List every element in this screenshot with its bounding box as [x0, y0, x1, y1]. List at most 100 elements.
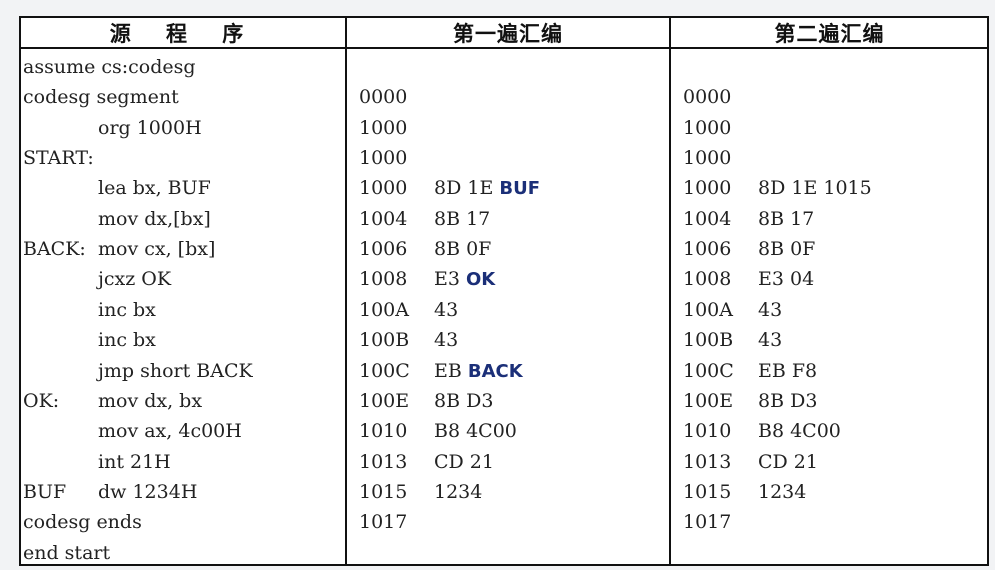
source-code: jmp short BACK [98, 359, 253, 382]
pass1-bytes: 43 [434, 329, 459, 352]
pass1-bytes: CD 21 [434, 450, 494, 473]
pass1-address: 1006 [359, 238, 408, 261]
pass1-address: 1000 [359, 177, 408, 200]
pass2-machine-code: 43 [758, 298, 783, 321]
pass1-bytes: 8D 1E [434, 177, 500, 200]
assembly-listing-table: 源 程 序 第一遍汇编 第二遍汇编 assume cs:codesg codesg… [19, 16, 989, 566]
source-code: mov dx, bx [98, 389, 203, 412]
pass1-address: 1000 [359, 116, 408, 139]
source-code: assume cs:codesg [23, 56, 196, 78]
pass2-machine-code: CD 21 [758, 450, 818, 473]
pass1-address: 100C [359, 359, 410, 382]
pass2-address: 1010 [683, 420, 732, 443]
pass1-address: 100A [359, 298, 409, 321]
pass1-bytes: B8 4C00 [434, 420, 517, 443]
pass2-address: 100A [683, 298, 733, 321]
source-code: dw 1234H [98, 480, 198, 503]
pass2-address: 1013 [683, 450, 732, 473]
pass1-address: 1010 [359, 420, 408, 443]
pass1-address: 100E [359, 389, 410, 412]
pass1-address: 1004 [359, 207, 408, 230]
pass1-machine-code: B8 4C00 [434, 416, 517, 446]
pass2-address: 1008 [683, 268, 732, 291]
header-source: 源 程 序 [109, 21, 258, 46]
table-header: 源 程 序 第一遍汇编 第二遍汇编 [21, 18, 987, 49]
source-code: org 1000H [98, 116, 202, 139]
table-row: OK: mov dx, bx 100E 8B D3 100E 8B D3 [21, 386, 987, 416]
source-code: mov dx,[bx] [98, 207, 211, 230]
source-code: codesg segment [23, 86, 179, 109]
pass2-address: 1000 [683, 177, 732, 200]
pass1-address: 100B [359, 329, 410, 352]
pass2-address: 100C [683, 359, 734, 382]
pass2-machine-code: 43 [758, 329, 783, 352]
pass1-address: 1000 [359, 147, 408, 170]
pass1-machine-code: 8D 1E BUF [434, 173, 540, 203]
pass2-address: 1006 [683, 238, 732, 261]
pass1-machine-code: 1234 [434, 477, 482, 507]
table-row: end start [21, 538, 987, 568]
pass1-bytes: 43 [434, 298, 459, 321]
pass1-machine-code: 43 [434, 325, 458, 355]
table-row: codesg ends 1017 1017 [21, 507, 987, 537]
pass2-address: 1000 [683, 147, 732, 170]
source-code: end start [23, 541, 111, 564]
source-label: START: [23, 147, 94, 170]
pass1-machine-code: 8B 0F [434, 234, 491, 264]
header-pass2: 第二遍汇编 [774, 21, 885, 46]
source-code: codesg ends [23, 511, 142, 534]
pass2-machine-code: 8B 17 [758, 207, 815, 230]
pass2-machine-code: E3 04 [758, 268, 815, 291]
source-code: inc bx [98, 329, 156, 352]
pass1-address: 1013 [359, 450, 408, 473]
source-code: mov ax, 4c00H [98, 420, 242, 443]
pass1-machine-code: 43 [434, 295, 458, 325]
pass1-address: 1015 [359, 480, 408, 503]
table-row: mov dx,[bx] 1004 8B 17 1004 8B 17 [21, 204, 987, 234]
source-code: int 21H [98, 450, 171, 473]
pass2-machine-code: EB F8 [758, 359, 818, 382]
pass2-machine-code: B8 4C00 [758, 420, 841, 443]
table-row: jmp short BACK 100C EB BACK 100C EB F8 [21, 356, 987, 386]
pass1-machine-code: E3 OK [434, 264, 495, 294]
pass1-bytes: 8B 17 [434, 207, 491, 230]
pass2-machine-code: 1234 [758, 480, 807, 503]
pass1-machine-code: CD 21 [434, 447, 494, 477]
unresolved-symbol: OK [466, 269, 496, 291]
table-row: lea bx, BUF 1000 8D 1E BUF 1000 8D 1E 1015 [21, 173, 987, 203]
pass1-address: 1017 [359, 511, 408, 534]
pass2-address: 1000 [683, 116, 732, 139]
pass2-address: 100E [683, 389, 734, 412]
pass2-address: 1017 [683, 511, 732, 534]
source-label: BUF [23, 480, 67, 503]
table-row: org 1000H 1000 1000 [21, 113, 987, 143]
pass2-address: 100B [683, 329, 734, 352]
unresolved-symbol: BACK [467, 360, 523, 382]
source-label: BACK: [23, 238, 86, 261]
pass2-machine-code: 8B D3 [758, 389, 818, 412]
pass1-bytes: 1234 [434, 480, 483, 503]
table-row: inc bx 100B 43 100B 43 [21, 325, 987, 355]
pass1-machine-code: EB BACK [434, 356, 523, 386]
source-label: OK: [23, 389, 60, 412]
table-row: codesg segment 0000 0000 [21, 82, 987, 112]
source-code: lea bx, BUF [98, 177, 211, 200]
source-code: mov cx, [bx] [98, 238, 216, 261]
pass1-bytes: E3 [434, 268, 466, 291]
table-row: mov ax, 4c00H 1010 B8 4C00 1010 B8 4C00 [21, 416, 987, 446]
unresolved-symbol: BUF [499, 178, 540, 200]
pass1-address: 1008 [359, 268, 408, 291]
source-code: jcxz OK [98, 268, 172, 291]
table-row: jcxz OK 1008 E3 OK 1008 E3 04 [21, 264, 987, 294]
pass1-bytes: EB [434, 359, 468, 382]
table-row: BACK: mov cx, [bx] 1006 8B 0F 1006 8B 0F [21, 234, 987, 264]
table-row: assume cs:codesg [21, 52, 987, 82]
pass1-machine-code: 8B D3 [434, 386, 493, 416]
pass2-machine-code: 8D 1E 1015 [758, 177, 872, 200]
pass2-machine-code: 8B 0F [758, 238, 816, 261]
source-code: inc bx [98, 298, 156, 321]
table-row: inc bx 100A 43 100A 43 [21, 295, 987, 325]
pass1-address: 0000 [359, 86, 408, 109]
table-row: int 21H 1013 CD 21 1013 CD 21 [21, 447, 987, 477]
pass1-bytes: 8B 0F [434, 238, 492, 261]
